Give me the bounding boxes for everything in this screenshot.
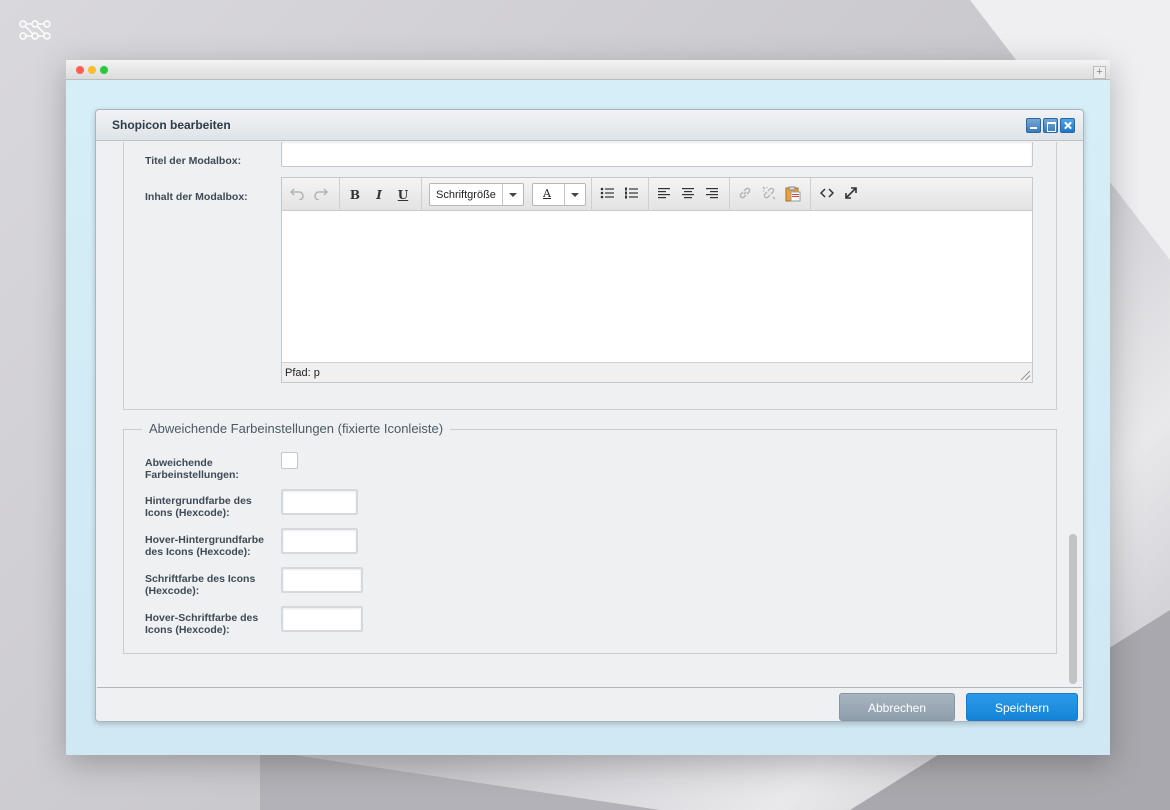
modal-content-label: Inhalt der Modalbox: [145, 191, 248, 203]
resize-handle-icon[interactable] [1021, 371, 1030, 380]
custom-colors-checkbox[interactable] [281, 452, 298, 469]
hover-font-color-label-line: Hover-Schriftfarbe des [145, 612, 259, 624]
color-settings-fieldset: Abweichende Farbeinstellungen (fixierte … [123, 421, 1057, 654]
maximize-icon[interactable] [1043, 118, 1058, 133]
toolbar-separator [729, 178, 730, 211]
font-color-input[interactable] [281, 567, 363, 593]
dialog-title: Shopicon bearbeiten [112, 118, 231, 132]
unlink-icon[interactable] [760, 186, 778, 204]
undo-icon[interactable] [288, 186, 306, 204]
bg-color-label-line: Icons (Hexcode): [145, 507, 230, 519]
bg-color-label-line: Hintergrundfarbe des [145, 495, 252, 507]
font-color-label-line: (Hexcode): [145, 585, 200, 597]
align-center-icon[interactable] [679, 186, 697, 204]
background-shard [260, 750, 660, 810]
font-size-select-value: Schriftgröße [436, 189, 496, 201]
modal-title-label: Titel der Modalbox: [145, 155, 242, 167]
paste-icon[interactable] [784, 186, 802, 204]
edit-shopicon-dialog: Shopicon bearbeiten Titel der Modalbox: … [95, 109, 1084, 722]
app-network-icon[interactable] [18, 18, 52, 42]
custom-colors-label: Abweichende Farbeinstellungen: [145, 457, 239, 481]
font-size-select[interactable]: Schriftgröße [429, 183, 524, 206]
editor-statusbar: Pfad: p [282, 362, 1032, 382]
hover-bg-color-label: Hover-Hintergrundfarbe des Icons (Hexcod… [145, 534, 264, 558]
save-button[interactable]: Speichern [966, 693, 1078, 721]
toolbar-separator [648, 178, 649, 211]
hover-font-color-input[interactable] [281, 606, 363, 632]
source-code-icon[interactable] [818, 186, 836, 204]
dialog-footer: Abbrechen Speichern [96, 688, 1083, 722]
minimize-icon[interactable] [1026, 118, 1041, 133]
cancel-button[interactable]: Abbrechen [839, 693, 955, 721]
close-icon[interactable] [1060, 118, 1075, 133]
align-left-icon[interactable] [655, 186, 673, 204]
bg-color-input[interactable] [281, 489, 358, 515]
hover-bg-color-label-line: des Icons (Hexcode): [145, 546, 251, 558]
font-color-select[interactable]: A [532, 183, 586, 206]
window-titlebar: + [66, 60, 1110, 80]
font-color-label-line: Schriftfarbe des Icons [145, 573, 256, 585]
editor-content-area[interactable] [282, 211, 1032, 362]
rich-text-editor: B I U Schriftgröße A Pfad: p [281, 177, 1033, 383]
color-settings-legend: Abweichende Farbeinstellungen (fixierte … [142, 421, 451, 436]
italic-button[interactable]: I [370, 186, 388, 204]
editor-toolbar: B I U Schriftgröße A [282, 178, 1032, 211]
custom-colors-label-line: Farbeinstellungen: [145, 469, 239, 481]
dialog-header: Shopicon bearbeiten [96, 110, 1083, 141]
toolbar-separator [421, 178, 422, 211]
toolbar-separator [810, 178, 811, 211]
redo-icon[interactable] [312, 186, 330, 204]
modalbox-fieldset: Titel der Modalbox: Inhalt der Modalbox:… [123, 142, 1057, 410]
dialog-body: Titel der Modalbox: Inhalt der Modalbox:… [97, 142, 1082, 688]
hover-bg-color-input[interactable] [281, 528, 358, 554]
toolbar-separator [339, 178, 340, 211]
editor-path: Pfad: p [285, 367, 320, 379]
toolbar-separator [591, 178, 592, 211]
numbered-list-icon[interactable] [622, 186, 640, 204]
underline-button[interactable]: U [394, 186, 412, 204]
hover-font-color-label-line: Icons (Hexcode): [145, 624, 230, 636]
modal-title-input[interactable] [281, 142, 1033, 167]
scrollbar-thumb[interactable] [1069, 534, 1077, 684]
chevron-down-icon[interactable] [502, 184, 523, 205]
link-icon[interactable] [736, 186, 754, 204]
font-color-icon: A [543, 187, 551, 200]
bold-button[interactable]: B [346, 186, 364, 204]
bg-color-label: Hintergrundfarbe des Icons (Hexcode): [145, 495, 252, 519]
window-minimize-icon[interactable] [88, 66, 96, 74]
app-window: + Shopicon bearbeiten Titel der Modalbox… [66, 60, 1110, 755]
custom-colors-label-line: Abweichende [145, 457, 213, 469]
hover-bg-color-label-line: Hover-Hintergrundfarbe [145, 534, 265, 546]
window-zoom-icon[interactable] [100, 66, 108, 74]
hover-font-color-label: Hover-Schriftfarbe des Icons (Hexcode): [145, 612, 258, 636]
window-close-icon[interactable] [76, 66, 84, 74]
fullscreen-icon[interactable] [842, 186, 860, 204]
bullet-list-icon[interactable] [598, 186, 616, 204]
align-right-icon[interactable] [703, 186, 721, 204]
new-tab-icon[interactable]: + [1093, 66, 1106, 79]
font-color-label: Schriftfarbe des Icons (Hexcode): [145, 573, 255, 597]
chevron-down-icon[interactable] [564, 184, 585, 205]
